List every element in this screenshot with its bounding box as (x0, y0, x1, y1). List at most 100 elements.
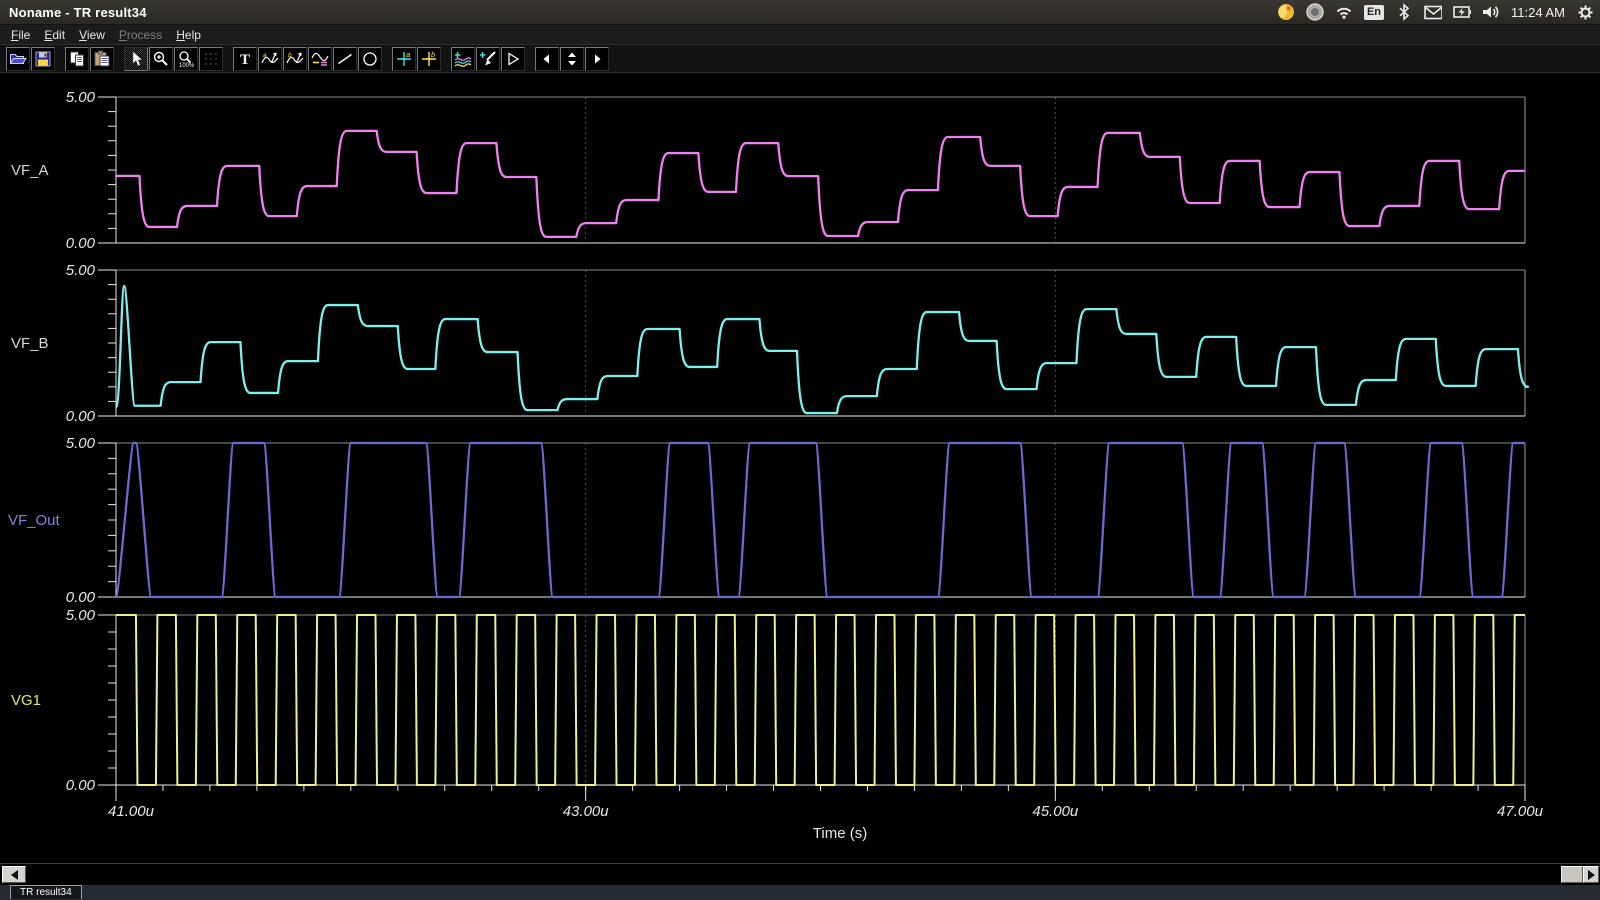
grid-button (199, 47, 223, 71)
zoom-100-icon: 100% (177, 50, 195, 68)
line-button[interactable] (333, 47, 357, 71)
axis-a-button[interactable]: a (392, 47, 416, 71)
axis-b-icon: b (420, 50, 438, 68)
copy-button[interactable] (65, 47, 89, 71)
result-tab[interactable]: TR result34 (10, 885, 82, 899)
play-icon (504, 50, 522, 68)
system-tray: En 11:24 AM (1277, 0, 1594, 24)
paste-button[interactable] (90, 47, 114, 71)
open-folder-icon (9, 50, 27, 68)
left-triangle-icon (11, 870, 18, 880)
toolbar: 100% Ta b a b (0, 44, 1600, 73)
line-icon (336, 50, 354, 68)
play-button[interactable] (501, 47, 525, 71)
scroll-left-button[interactable] (2, 866, 26, 883)
keyboard-indicator[interactable]: En (1364, 5, 1384, 20)
page-spin-button[interactable] (560, 47, 584, 71)
paste-icon (93, 50, 111, 68)
x-axis-title: Time (s) (813, 825, 867, 842)
menu-process: Process (112, 27, 169, 43)
legend-button[interactable] (308, 47, 332, 71)
page-prev-button[interactable] (535, 47, 559, 71)
volume-icon[interactable] (1482, 3, 1500, 21)
y-tick-label-bottom: 0.00 (66, 589, 96, 606)
wifi-icon[interactable] (1335, 3, 1353, 21)
axis-b-button[interactable]: b (417, 47, 441, 71)
svg-text:100%: 100% (179, 63, 195, 68)
trace-VG1 (116, 615, 1525, 785)
y-tick-label-top: 5.00 (66, 89, 96, 106)
bluetooth-icon[interactable] (1395, 3, 1413, 21)
page-next-button[interactable] (585, 47, 609, 71)
trace-label-VF_Out: VF_Out (8, 512, 61, 529)
zoom-100-button[interactable]: 100% (174, 47, 198, 71)
cursor-b-icon: b (286, 50, 304, 68)
cursor-a-icon: a (261, 50, 279, 68)
select-pointer-button[interactable] (124, 47, 148, 71)
y-tick-label-top: 5.00 (66, 435, 96, 452)
menu-edit[interactable]: Edit (37, 27, 72, 43)
add-curves-button[interactable] (451, 47, 475, 71)
circle-icon (361, 50, 379, 68)
x-tick-label: 47.00u (1497, 803, 1544, 820)
clock-label: 11:24 AM (1511, 5, 1565, 20)
probe-icon (479, 50, 497, 68)
menu-view[interactable]: View (72, 27, 112, 43)
y-tick-label-bottom: 0.00 (66, 408, 96, 425)
titlebar: Noname - TR result34 En 11:24 AM (0, 0, 1600, 25)
scrollbar-thumb[interactable] (1561, 866, 1583, 883)
save-icon (34, 50, 52, 68)
right-triangle-icon (1588, 870, 1595, 880)
session-gear-icon[interactable] (1576, 3, 1594, 21)
add-curves-icon (454, 50, 472, 68)
legend-icon (311, 50, 329, 68)
waveform-chart: 5.000.00VF_A5.000.00VF_B5.000.00VF_Out5.… (0, 73, 1600, 863)
svg-text:b: b (288, 52, 292, 59)
arrows-up-down-icon (563, 50, 581, 68)
svg-text:a: a (406, 50, 410, 59)
text-button[interactable]: T (233, 47, 257, 71)
axis-a-icon: a (395, 50, 413, 68)
svg-text:T: T (240, 52, 250, 68)
copy-icon (68, 50, 86, 68)
zoom-in-button[interactable] (149, 47, 173, 71)
grid-icon (202, 50, 220, 68)
plot-area: 5.000.00VF_A5.000.00VF_B5.000.00VF_Out5.… (0, 73, 1600, 863)
y-tick-label-bottom: 0.00 (66, 235, 96, 252)
x-tick-label: 43.00u (563, 803, 610, 820)
window-title: Noname - TR result34 (9, 5, 147, 20)
horizontal-scrollbar[interactable] (0, 863, 1600, 885)
screen: { "window": { "title": "Noname - TR resu… (0, 0, 1600, 900)
update-indicator-icon[interactable] (1306, 3, 1324, 21)
menu-help[interactable]: Help (169, 27, 208, 43)
x-tick-label: 41.00u (108, 803, 155, 820)
trace-VF_B (116, 286, 1528, 413)
cursor-a-button[interactable]: a (258, 47, 282, 71)
circle-button[interactable] (358, 47, 382, 71)
x-tick-label: 45.00u (1032, 803, 1079, 820)
app-indicator-icon[interactable] (1277, 3, 1295, 21)
menu-file[interactable]: File (4, 27, 37, 43)
svg-text:b: b (431, 50, 435, 59)
trace-label-VF_A: VF_A (11, 162, 49, 179)
y-tick-label-bottom: 0.00 (66, 777, 96, 794)
y-tick-label-top: 5.00 (66, 607, 96, 624)
y-tick-label-top: 5.00 (66, 262, 96, 279)
trace-VF_Out (116, 443, 1525, 597)
arrow-right-icon (588, 50, 606, 68)
zoom-in-icon (152, 50, 170, 68)
save-button[interactable] (31, 47, 55, 71)
cursor-b-button[interactable]: b (283, 47, 307, 71)
trace-label-VG1: VG1 (11, 692, 41, 709)
open-file-button[interactable] (6, 47, 30, 71)
trace-VF_A (116, 131, 1525, 237)
trace-label-VF_B: VF_B (11, 335, 49, 352)
probe-button[interactable] (476, 47, 500, 71)
menubar: FileEditViewProcessHelp (0, 25, 1600, 44)
svg-text:a: a (263, 52, 267, 59)
scroll-right-button[interactable] (1583, 866, 1599, 883)
tab-bar: TR result34 (0, 885, 1600, 900)
arrow-left-icon (538, 50, 556, 68)
battery-icon[interactable] (1453, 3, 1471, 21)
mail-icon[interactable] (1424, 3, 1442, 21)
